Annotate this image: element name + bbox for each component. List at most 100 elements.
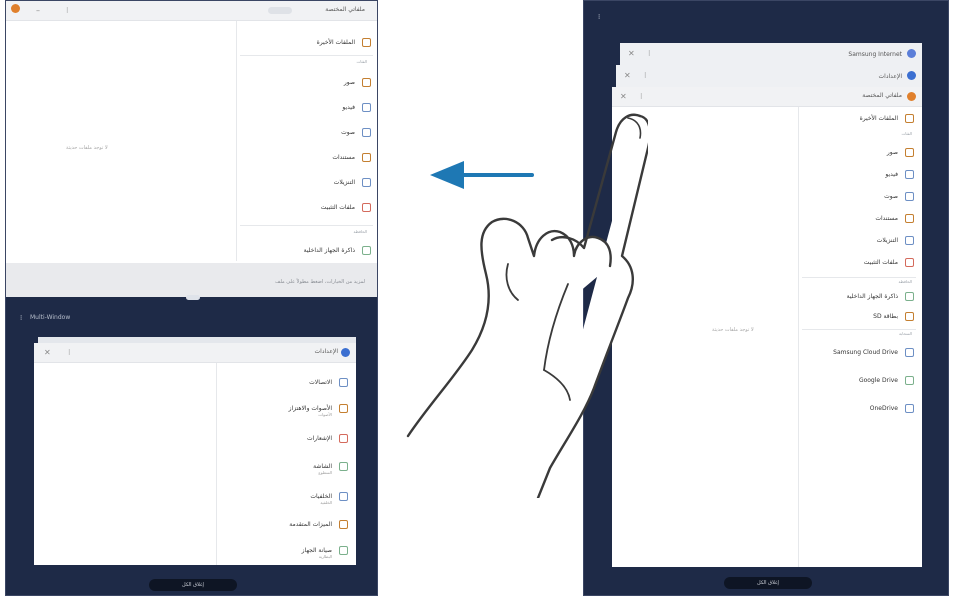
- split-handle[interactable]: [186, 295, 200, 300]
- my-files-title: ملفاتي المختصة: [862, 92, 902, 99]
- close-icon[interactable]: ✕: [628, 49, 635, 58]
- status-indicator-icon: ⁞: [598, 13, 601, 21]
- recent-window-settings[interactable]: ✕ ⁝ الإعدادات: [616, 65, 922, 87]
- list-item-recent[interactable]: الملفات الأخيرة: [238, 37, 377, 49]
- video-icon: [362, 103, 371, 112]
- phone-icon: [905, 292, 914, 301]
- drive-icon: [905, 376, 914, 385]
- section-divider-2: [802, 329, 916, 330]
- settings-item-advanced[interactable]: الميزات المتقدمة: [218, 519, 356, 531]
- list-item-recent[interactable]: الملفات الأخيرة: [800, 113, 922, 125]
- list-item-videos[interactable]: فيديو: [238, 102, 377, 114]
- recent-window-my-files[interactable]: ✕ ⁝ ملفاتي المختصة لا توجد ملفات حديثة ا…: [612, 87, 922, 567]
- status-indicator-icon: ⁞: [20, 314, 23, 322]
- top-app-window: – ⁝ ملفاتي المختصة لا توجد ملفات حديثة ا…: [6, 1, 377, 297]
- close-icon[interactable]: ✕: [624, 71, 631, 80]
- list-item-audio[interactable]: صوت: [800, 191, 922, 203]
- settings-item-device-care[interactable]: صيانة الجهاز البطارية: [218, 545, 356, 563]
- star-icon: [339, 520, 348, 529]
- settings-item-notifications[interactable]: الإشعارات: [218, 433, 356, 445]
- section-divider: [802, 277, 916, 278]
- menu-icon[interactable]: ⁝: [68, 348, 71, 357]
- settings-item-wallpapers[interactable]: الخلفيات الخلفية: [218, 491, 356, 509]
- clock-icon: [905, 114, 914, 123]
- list-item-videos[interactable]: فيديو: [800, 169, 922, 181]
- section-title-categories: الفئات: [901, 131, 912, 136]
- settings-item-display[interactable]: الشاشة السطوع: [218, 461, 356, 479]
- left-tablet: – ⁝ ملفاتي المختصة لا توجد ملفات حديثة ا…: [5, 0, 378, 596]
- list-item-cloud-google[interactable]: Google Drive: [800, 375, 922, 393]
- download-icon: [905, 236, 914, 245]
- list-item-images[interactable]: صور: [238, 77, 377, 89]
- download-icon: [362, 178, 371, 187]
- document-icon: [362, 153, 371, 162]
- settings-item-sounds[interactable]: الأصوات والاهتزاز الأصوات: [218, 403, 356, 421]
- close-all-button[interactable]: إغلاق الكل: [149, 579, 237, 591]
- settings-app-icon: [341, 348, 350, 357]
- image-icon: [905, 148, 914, 157]
- section-title-storage: الحافظة: [898, 279, 912, 284]
- minimize-icon[interactable]: –: [36, 6, 40, 15]
- settings-app-icon: [907, 71, 916, 80]
- bell-icon: [339, 434, 348, 443]
- display-icon: [339, 462, 348, 471]
- document-icon: [905, 214, 914, 223]
- footer-bar: لمزيد من الخيارات، اضغط مطولاً على ملف: [6, 263, 377, 297]
- install-icon: [905, 258, 914, 267]
- finger-hand-icon: [406, 113, 648, 498]
- footer-hint: لمزيد من الخيارات، اضغط مطولاً على ملف: [275, 279, 365, 285]
- internet-app-icon: [907, 49, 916, 58]
- list-item-internal-storage[interactable]: ذاكرة الجهاز الداخلية: [800, 291, 922, 303]
- settings-window-title: الإعدادات: [878, 73, 902, 80]
- list-item-downloads[interactable]: التنزيلات: [800, 235, 922, 247]
- list-item-documents[interactable]: مستندات: [800, 213, 922, 225]
- list-item-documents[interactable]: مستندات: [238, 152, 377, 164]
- list-item-cloud-samsung[interactable]: Samsung Cloud Drive: [800, 347, 922, 365]
- menu-icon[interactable]: ⁝: [648, 49, 651, 58]
- top-window-bar: – ⁝ ملفاتي المختصة: [6, 1, 377, 21]
- section-divider-2: [240, 225, 373, 226]
- menu-icon[interactable]: ⁝: [644, 71, 647, 80]
- wallpaper-icon: [339, 492, 348, 501]
- phone-icon: [362, 246, 371, 255]
- section-divider: [240, 55, 373, 56]
- settings-window[interactable]: ✕ ⁝ الإعدادات الاتصالات الأصوات والاهتزا…: [34, 343, 356, 565]
- sound-icon: [339, 404, 348, 413]
- settings-window-bar: ✕ ⁝ الإعدادات: [34, 343, 356, 363]
- sd-card-icon: [905, 312, 914, 321]
- section-title-cloud: السحابة: [899, 331, 912, 336]
- settings-window-title: الإعدادات: [314, 348, 338, 355]
- audio-icon: [362, 128, 371, 137]
- empty-message: لا توجد ملفات حديثة: [712, 327, 754, 333]
- install-icon: [362, 203, 371, 212]
- close-all-button[interactable]: إغلاق الكل: [724, 577, 812, 589]
- device-care-icon: [339, 546, 348, 555]
- multiwindow-title: Multi-Window: [30, 314, 71, 321]
- close-icon[interactable]: ✕: [44, 348, 51, 357]
- my-files-app-icon: [907, 92, 916, 101]
- pane-divider: [236, 21, 237, 261]
- empty-message: لا توجد ملفات حديثة: [66, 145, 108, 151]
- app-icon: [11, 4, 20, 13]
- clock-icon: [362, 38, 371, 47]
- image-icon: [362, 78, 371, 87]
- list-item-images[interactable]: صور: [800, 147, 922, 159]
- settings-item-connections[interactable]: الاتصالات: [218, 377, 356, 389]
- list-item-downloads[interactable]: التنزيلات: [238, 177, 377, 189]
- search-box[interactable]: [268, 7, 292, 14]
- more-icon[interactable]: ⁝: [66, 6, 69, 15]
- list-item-installation[interactable]: ملفات التثبيت: [238, 202, 377, 214]
- cloud-icon: [905, 348, 914, 357]
- internet-window-title: Samsung Internet: [848, 51, 902, 58]
- section-title-storage: الحافظة: [353, 229, 367, 234]
- list-item-installation[interactable]: ملفات التثبيت: [800, 257, 922, 269]
- pane-divider: [798, 107, 799, 567]
- list-item-sd-card[interactable]: بطاقة SD: [800, 311, 922, 323]
- status-row: ⁞ Multi-Window: [6, 311, 377, 327]
- list-item-audio[interactable]: صوت: [238, 127, 377, 139]
- list-item-internal-storage[interactable]: ذاكرة الجهاز الداخلية: [238, 245, 377, 257]
- list-item-cloud-onedrive[interactable]: OneDrive: [800, 403, 922, 421]
- video-icon: [905, 170, 914, 179]
- recent-window-internet[interactable]: ✕ ⁝ Samsung Internet: [620, 43, 922, 65]
- wifi-icon: [339, 378, 348, 387]
